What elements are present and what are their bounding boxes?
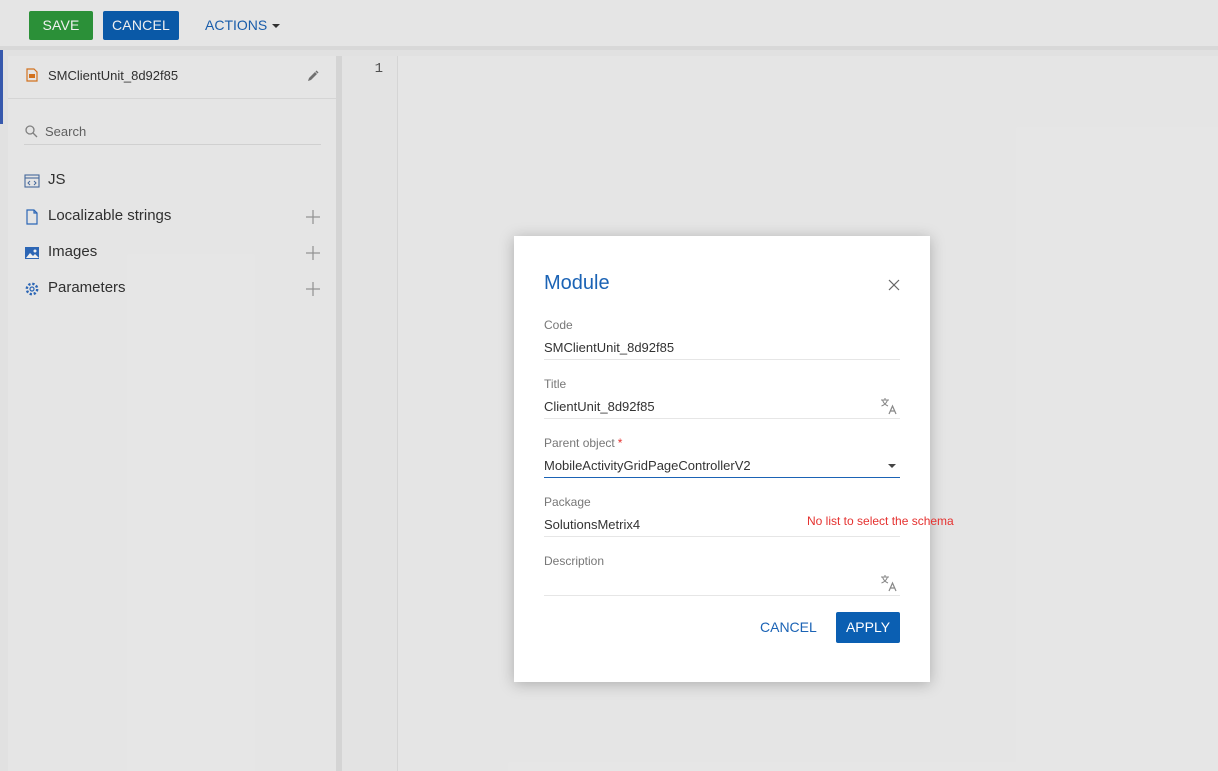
parent-object-field: Parent object * [544,436,900,490]
parent-object-label-text: Parent object [544,436,615,450]
title-input[interactable] [544,395,900,419]
chevron-down-icon[interactable] [888,464,896,468]
description-field: Description [544,554,900,608]
title-field: Title [544,377,900,431]
module-dialog: Module Code Title Parent object* Package… [514,236,930,682]
dialog-title: Module [544,272,610,294]
translate-icon[interactable] [880,574,898,592]
code-label: Code [544,318,573,332]
validation-error-message: No list to select the schema [807,514,954,528]
close-icon[interactable] [888,279,900,291]
code-field: Code [544,318,900,372]
dialog-cancel-button[interactable]: CANCEL [760,612,817,643]
translate-icon[interactable] [880,397,898,415]
package-label: Package [544,495,591,509]
description-input[interactable] [544,572,900,596]
parent-object-input[interactable] [544,454,900,478]
required-marker: * [617,436,623,450]
title-label: Title [544,377,567,391]
parent-object-label: Parent object * [544,436,622,450]
code-input[interactable] [544,336,900,360]
description-label: Description [544,554,605,568]
dialog-apply-button[interactable]: APPLY [836,612,900,643]
